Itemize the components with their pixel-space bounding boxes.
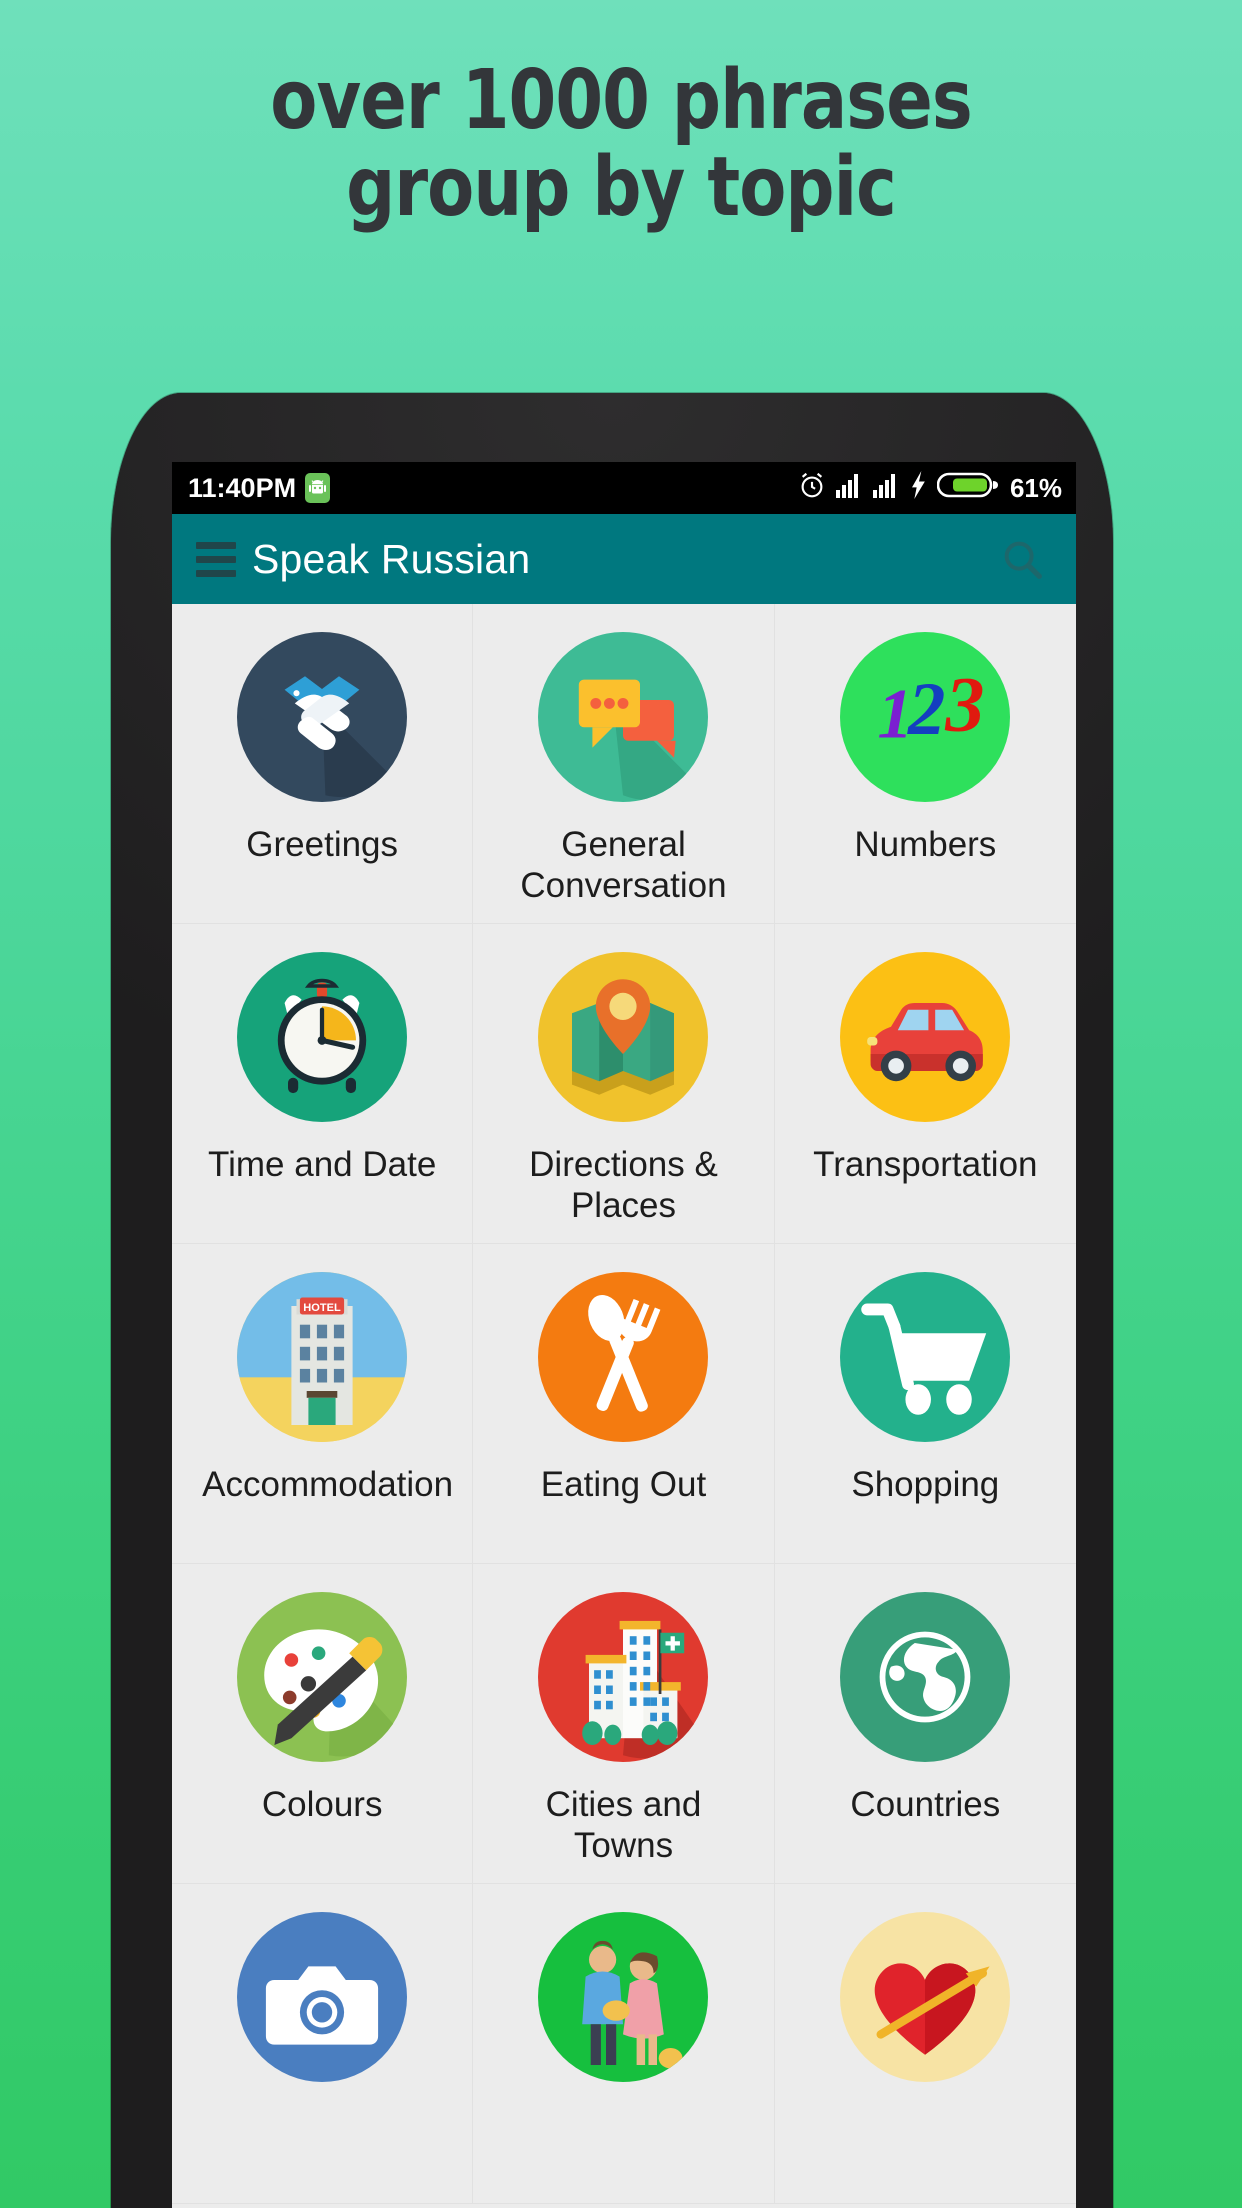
grid-item-label: General Conversation xyxy=(520,825,727,906)
icon-wrapper: HOTEL xyxy=(237,1272,408,1442)
grid-item-love[interactable] xyxy=(774,1884,1076,2204)
icon-wrapper xyxy=(237,952,408,1122)
grid-item-eating-out[interactable]: Eating Out xyxy=(473,1244,775,1564)
grid-item-transportation[interactable]: Transportation xyxy=(774,924,1076,1244)
hotel-icon: HOTEL xyxy=(237,1272,408,1442)
icon-wrapper xyxy=(538,952,709,1122)
grid-item-label: Colours xyxy=(261,1785,383,1824)
grid-item-label: Numbers xyxy=(854,825,997,864)
phone-screen: 11:40PM 61% Speak Russian Greetings Gene… xyxy=(172,462,1076,2208)
car-icon xyxy=(840,952,1011,1122)
grid-item-label: Greetings xyxy=(246,825,399,864)
icon-wrapper: 1 2 3 xyxy=(840,632,1011,802)
app-bar: Speak Russian xyxy=(172,514,1076,604)
speech-bubbles-icon xyxy=(538,632,709,802)
status-bar-time: 11:40PM xyxy=(188,472,297,503)
hamburger-menu-icon[interactable] xyxy=(196,541,236,577)
globe-icon xyxy=(840,1592,1011,1762)
icon-wrapper xyxy=(840,952,1011,1122)
app-title: Speak Russian xyxy=(252,535,531,582)
paint-palette-icon xyxy=(237,1592,408,1762)
icon-wrapper xyxy=(538,1912,709,2082)
grid-item-cities-and-towns[interactable]: Cities and Towns xyxy=(473,1564,775,1884)
grid-item-numbers[interactable]: 1 2 3 Numbers xyxy=(774,604,1076,924)
grid-item-label: Countries xyxy=(850,1785,1001,1824)
signal-icon xyxy=(835,472,864,505)
heart-arrow-icon xyxy=(840,1912,1011,2082)
grid-item-label: Transportation xyxy=(813,1145,1038,1184)
icon-wrapper xyxy=(237,632,408,802)
phone-mockup: 11:40PM 61% Speak Russian Greetings Gene… xyxy=(111,393,1113,2208)
camera-icon xyxy=(237,1912,408,2082)
icon-wrapper xyxy=(538,1272,709,1442)
grid-item-label: Accommodation xyxy=(202,1465,454,1504)
icon-wrapper xyxy=(237,1912,408,2082)
grid-item-people[interactable] xyxy=(473,1884,775,2204)
icon-wrapper xyxy=(840,1272,1011,1442)
numbers-123-icon: 1 2 3 xyxy=(840,632,1011,802)
grid-item-label: Directions & Places xyxy=(529,1145,718,1226)
svg-text:2: 2 xyxy=(907,668,945,751)
icon-wrapper xyxy=(840,1592,1011,1762)
icon-wrapper xyxy=(840,1912,1011,2082)
city-buildings-icon xyxy=(538,1592,709,1762)
grid-item-greetings[interactable]: Greetings xyxy=(172,604,474,924)
svg-text:HOTEL: HOTEL xyxy=(303,1302,341,1314)
grid-item-label: Shopping xyxy=(851,1465,1000,1504)
handshake-icon xyxy=(237,632,408,802)
map-pin-icon xyxy=(538,952,709,1122)
grid-item-label: Time and Date xyxy=(208,1145,437,1184)
shopping-cart-icon xyxy=(840,1272,1011,1442)
grid-item-countries[interactable]: Countries xyxy=(774,1564,1076,1884)
grid-item-accommodation[interactable]: HOTEL Accommodation xyxy=(172,1244,474,1564)
icon-wrapper xyxy=(538,632,709,802)
charging-bolt-icon xyxy=(910,470,928,506)
couple-icon xyxy=(538,1912,709,2082)
battery-icon xyxy=(936,471,999,506)
grid-item-directions-and-places[interactable]: Directions & Places xyxy=(473,924,775,1244)
grid-item-shopping[interactable]: Shopping xyxy=(774,1244,1076,1564)
signal-icon xyxy=(872,472,901,505)
promo-headline-line2: group by topic xyxy=(346,139,897,235)
grid-item-camera[interactable] xyxy=(172,1884,474,2204)
icon-wrapper xyxy=(538,1592,709,1762)
search-icon[interactable] xyxy=(994,531,1050,587)
icon-wrapper xyxy=(237,1592,408,1762)
grid-item-label: Cities and Towns xyxy=(545,1785,702,1866)
promo-headline-line1: over 1000 phrases xyxy=(270,53,972,148)
grid-item-time-and-date[interactable]: Time and Date xyxy=(172,924,474,1244)
status-bar: 11:40PM 61% xyxy=(172,462,1076,514)
grid-item-label: Eating Out xyxy=(540,1465,707,1504)
alarm-clock-icon xyxy=(237,952,408,1122)
category-grid: Greetings General Conversation 1 2 3 Num… xyxy=(172,604,1076,2208)
battery-percent: 61% xyxy=(1009,472,1062,503)
alarm-icon xyxy=(797,470,827,507)
svg-text:3: 3 xyxy=(945,661,985,748)
grid-item-general-conversation[interactable]: General Conversation xyxy=(473,604,775,924)
android-icon xyxy=(305,473,331,503)
grid-item-colours[interactable]: Colours xyxy=(172,1564,474,1884)
promo-headline: over 1000 phrases group by topic xyxy=(43,53,1198,235)
fork-spoon-icon xyxy=(538,1272,709,1442)
